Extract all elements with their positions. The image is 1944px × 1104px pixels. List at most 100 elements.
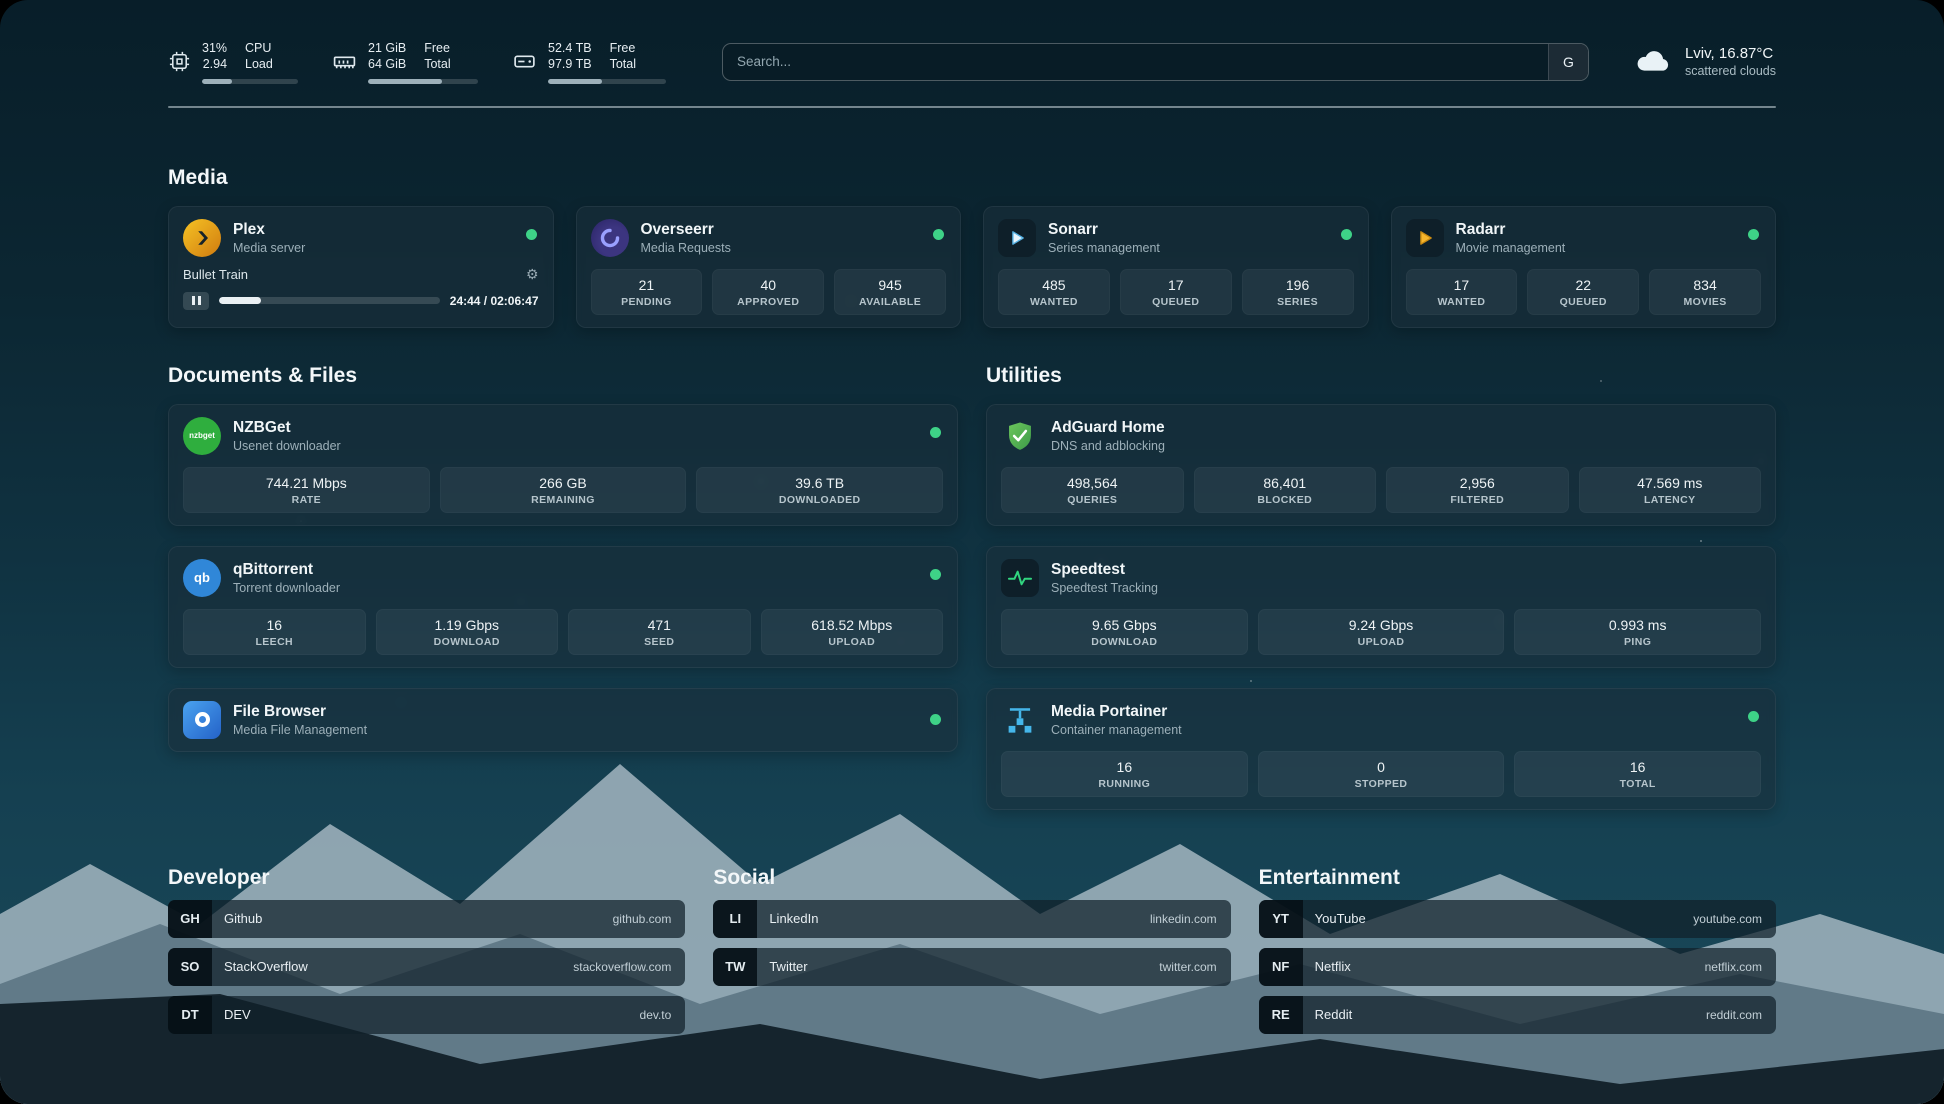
section-utilities: Utilities AdGuard Home DNS and adblockin… (986, 364, 1776, 810)
plex-icon (183, 219, 221, 257)
cpu-percent: 31% (202, 40, 227, 56)
stat-tile: 485WANTED (998, 269, 1110, 315)
bookmark-name: DEV (224, 1007, 640, 1022)
bookmark-youtube[interactable]: YT YouTube youtube.com (1259, 900, 1776, 938)
service-card-qbittorrent[interactable]: qb qBittorrent Torrent downloader 16LEEC… (168, 546, 958, 668)
bookmark-abbr: LI (713, 900, 757, 938)
search-provider-button[interactable]: G (1548, 44, 1588, 80)
memory-icon (332, 49, 357, 74)
bookmark-url: reddit.com (1706, 1008, 1762, 1022)
cpu-meter (202, 79, 298, 84)
top-bar: 31% 2.94 CPU Load (168, 40, 1776, 84)
status-dot (930, 714, 941, 725)
stat-tile: 9.65 GbpsDOWNLOAD (1001, 609, 1248, 655)
status-dot (930, 427, 941, 438)
bookmark-linkedin[interactable]: LI LinkedIn linkedin.com (713, 900, 1230, 938)
service-subtitle: Speedtest Tracking (1051, 581, 1158, 595)
stat-tile: 21PENDING (591, 269, 703, 315)
bookmark-name: Twitter (769, 959, 1159, 974)
stat-tile: 471SEED (568, 609, 751, 655)
service-subtitle: Media File Management (233, 723, 367, 737)
gear-icon[interactable]: ⚙ (526, 266, 539, 283)
stat-tile: 40APPROVED (712, 269, 824, 315)
stat-tile: 86,401BLOCKED (1194, 467, 1377, 513)
service-name: Sonarr (1048, 221, 1160, 239)
bookmark-dev[interactable]: DT DEV dev.to (168, 996, 685, 1034)
adguard-icon (1001, 417, 1039, 455)
stat-tile: 16TOTAL (1514, 751, 1761, 797)
status-dot (526, 229, 537, 240)
playback-time: 24:44 / 02:06:47 (450, 294, 539, 308)
service-card-filebrowser[interactable]: File Browser Media File Management (168, 688, 958, 752)
stat-tile: 17QUEUED (1120, 269, 1232, 315)
bookmark-name: Reddit (1315, 1007, 1706, 1022)
status-dot (933, 229, 944, 240)
service-card-speedtest[interactable]: Speedtest Speedtest Tracking 9.65 GbpsDO… (986, 546, 1776, 668)
pause-button[interactable] (183, 292, 209, 310)
stat-tile: 2,956FILTERED (1386, 467, 1569, 513)
cpu-load-label: Load (245, 56, 273, 72)
bookmark-reddit[interactable]: RE Reddit reddit.com (1259, 996, 1776, 1034)
service-subtitle: DNS and adblocking (1051, 439, 1165, 453)
stat-tile: 266 GBREMAINING (440, 467, 687, 513)
bookmark-stackoverflow[interactable]: SO StackOverflow stackoverflow.com (168, 948, 685, 986)
snow-flakes (0, 0, 2, 2)
bookmark-netflix[interactable]: NF Netflix netflix.com (1259, 948, 1776, 986)
service-subtitle: Torrent downloader (233, 581, 340, 595)
section-title-utilities: Utilities (986, 364, 1776, 388)
bookmark-url: netflix.com (1705, 960, 1762, 974)
bookmark-abbr: NF (1259, 948, 1303, 986)
stat-tile: 498,564QUERIES (1001, 467, 1184, 513)
status-dot (1748, 711, 1759, 722)
now-playing-title: Bullet Train (183, 267, 248, 282)
section-documents: Documents & Files nzbget NZBGet Usenet d… (168, 364, 958, 810)
stat-tile: 16RUNNING (1001, 751, 1248, 797)
service-card-overseerr[interactable]: Overseerr Media Requests 21PENDING 40APP… (576, 206, 962, 328)
section-social: Social LI LinkedIn linkedin.com TW Twitt… (713, 866, 1230, 1034)
disk-free-label: Free (610, 40, 636, 56)
memory-free-label: Free (424, 40, 450, 56)
service-card-sonarr[interactable]: Sonarr Series management 485WANTED 17QUE… (983, 206, 1369, 328)
bookmark-url: twitter.com (1159, 960, 1216, 974)
service-name: Speedtest (1051, 561, 1158, 579)
service-card-radarr[interactable]: Radarr Movie management 17WANTED 22QUEUE… (1391, 206, 1777, 328)
stat-tile: 39.6 TBDOWNLOADED (696, 467, 943, 513)
bookmark-abbr: TW (713, 948, 757, 986)
section-title-social: Social (713, 866, 1230, 890)
bookmark-twitter[interactable]: TW Twitter twitter.com (713, 948, 1230, 986)
service-subtitle: Series management (1048, 241, 1160, 255)
playback-progress-bar (219, 297, 440, 304)
search-input[interactable] (723, 44, 1548, 80)
bookmark-abbr: DT (168, 996, 212, 1034)
nzbget-icon: nzbget (183, 417, 221, 455)
disk-meter (548, 79, 666, 84)
section-entertainment: Entertainment YT YouTube youtube.com NF … (1259, 866, 1776, 1034)
bookmark-abbr: GH (168, 900, 212, 938)
bookmark-abbr: SO (168, 948, 212, 986)
service-card-adguard[interactable]: AdGuard Home DNS and adblocking 498,564Q… (986, 404, 1776, 526)
memory-widget: 21 GiB 64 GiB Free Total (332, 40, 478, 84)
service-card-plex[interactable]: Plex Media server Bullet Train ⚙ 24:44 /… (168, 206, 554, 328)
memory-meter (368, 79, 478, 84)
stat-tile: 945AVAILABLE (834, 269, 946, 315)
portainer-icon (1001, 701, 1039, 739)
stat-tile: 196SERIES (1242, 269, 1354, 315)
cpu-widget: 31% 2.94 CPU Load (168, 40, 298, 84)
memory-total-label: Total (424, 56, 450, 72)
service-name: Plex (233, 221, 305, 239)
filebrowser-icon (183, 701, 221, 739)
stat-tile: 744.21 MbpsRATE (183, 467, 430, 513)
cpu-load-value: 2.94 (203, 56, 227, 72)
bookmark-github[interactable]: GH Github github.com (168, 900, 685, 938)
status-dot (1748, 229, 1759, 240)
bookmark-name: LinkedIn (769, 911, 1150, 926)
section-title-documents: Documents & Files (168, 364, 958, 388)
bookmark-url: stackoverflow.com (573, 960, 671, 974)
service-card-portainer[interactable]: Media Portainer Container management 16R… (986, 688, 1776, 810)
search-bar: G (722, 43, 1589, 81)
dashboard-screen: 31% 2.94 CPU Load (0, 0, 1944, 1104)
bookmark-name: Netflix (1315, 959, 1705, 974)
section-title-developer: Developer (168, 866, 685, 890)
service-card-nzbget[interactable]: nzbget NZBGet Usenet downloader 744.21 M… (168, 404, 958, 526)
speedtest-icon (1001, 559, 1039, 597)
